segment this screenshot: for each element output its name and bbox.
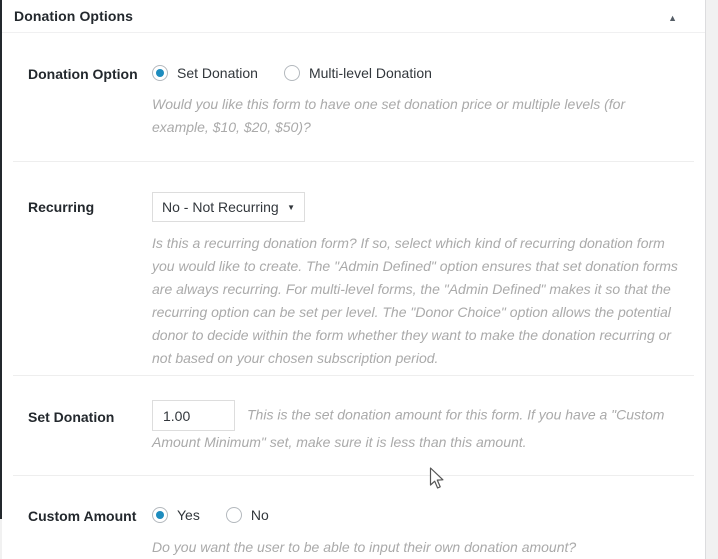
radio-yes-label: Yes — [177, 507, 200, 523]
donation-option-field: Set Donation Multi-level Donation Would … — [152, 65, 697, 139]
donation-options-panel: Donation Options ▲ Donation Option Set D… — [2, 0, 706, 559]
donation-option-label: Donation Option — [28, 66, 138, 82]
radio-multi-level-label: Multi-level Donation — [308, 65, 432, 81]
collapse-toggle-button[interactable]: ▲ — [652, 7, 693, 26]
recurring-description: Is this a recurring donation form? If so… — [152, 235, 678, 366]
radio-button-icon[interactable] — [283, 65, 300, 81]
collapse-arrow-icon: ▲ — [668, 12, 677, 23]
recurring-field: No - Not Recurring ▼ Is this a recurring… — [152, 192, 697, 370]
radio-custom-amount-yes[interactable]: Yes — [152, 507, 200, 523]
panel-header: Donation Options ▲ — [2, 0, 705, 33]
radio-button-icon[interactable] — [225, 507, 242, 523]
radio-set-donation-label: Set Donation — [177, 65, 258, 81]
recurring-select[interactable]: No - Not Recurring ▼ — [152, 192, 305, 222]
radio-button-icon[interactable] — [152, 65, 168, 81]
custom-amount-field: Yes No Do you want the user to be able t… — [152, 507, 697, 559]
radio-multi-level-donation[interactable]: Multi-level Donation — [283, 65, 432, 81]
select-arrow-icon: ▼ — [287, 202, 295, 212]
recurring-label: Recurring — [28, 199, 95, 215]
radio-no-label: No — [250, 507, 269, 523]
set-donation-input[interactable] — [152, 400, 235, 431]
recurring-select-value: No - Not Recurring — [162, 199, 279, 215]
donation-options-screen: { "panel": { "title": "Donation Options"… — [0, 0, 718, 559]
section-recurring: Recurring No - Not Recurring ▼ Is this a… — [2, 162, 705, 375]
donation-option-description: Would you like this form to have one set… — [152, 96, 626, 135]
set-donation-label: Set Donation — [28, 409, 115, 425]
radio-set-donation[interactable]: Set Donation — [152, 65, 258, 81]
custom-amount-label: Custom Amount — [28, 508, 137, 524]
panel-title: Donation Options — [14, 8, 134, 24]
radio-button-icon[interactable] — [152, 507, 168, 523]
custom-amount-radio-group: Yes No — [152, 507, 681, 523]
set-donation-field: This is the set donation amount for this… — [152, 400, 697, 454]
section-donation-option: Donation Option Set Donation Multi-level… — [2, 33, 705, 161]
section-set-donation: Set Donation This is the set donation am… — [2, 376, 705, 475]
set-donation-inline: This is the set donation amount for this… — [152, 400, 681, 454]
custom-amount-description: Do you want the user to be able to input… — [152, 539, 577, 555]
radio-custom-amount-no[interactable]: No — [225, 507, 269, 523]
donation-option-radio-group: Set Donation Multi-level Donation — [152, 65, 681, 81]
section-custom-amount: Custom Amount Yes No Do you want the use… — [2, 476, 705, 559]
